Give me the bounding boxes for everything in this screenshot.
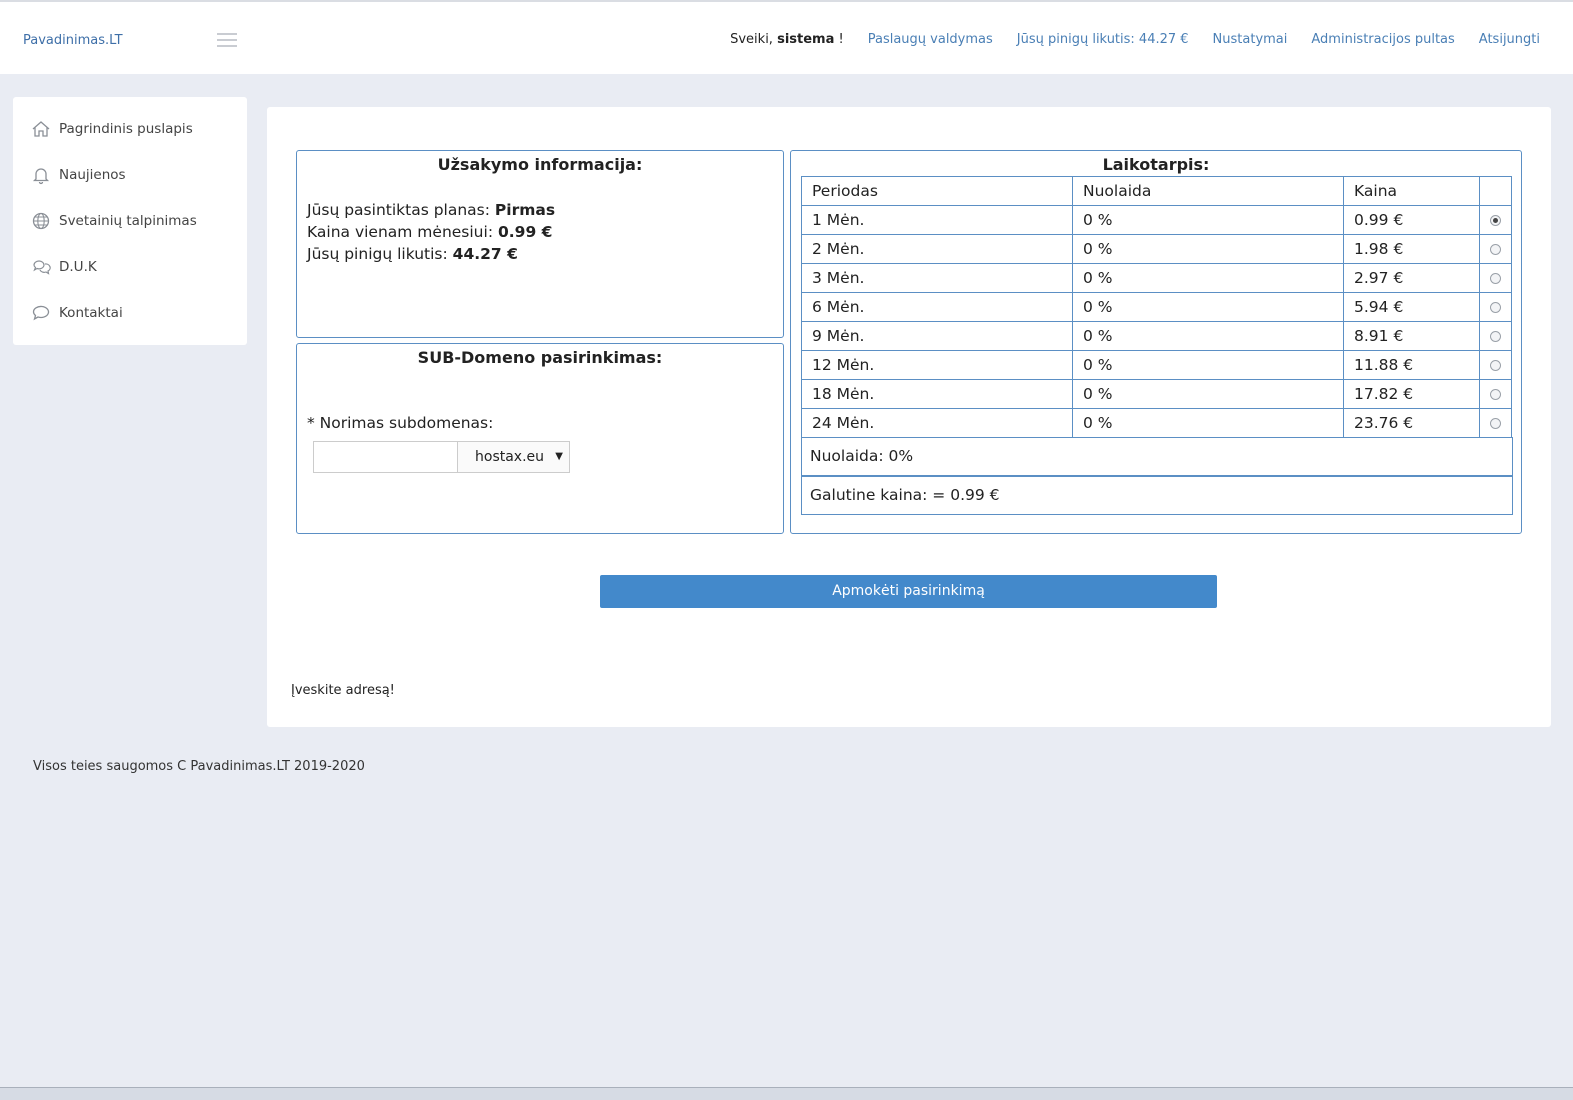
subdomain-box: SUB-Domeno pasirinkimas: * Norimas subdo… [296,343,784,534]
sidebar-item-label: Kontaktai [59,305,123,321]
chevron-down-icon: ▼ [555,451,563,462]
main-panel: Užsakymo informacija: Jūsų pasintiktas p… [267,107,1551,727]
order-info-title: Užsakymo informacija: [437,155,643,174]
nav-logout[interactable]: Atsijungti [1479,32,1540,47]
period-radio[interactable] [1490,301,1501,313]
col-header-select [1479,176,1512,206]
footer-copyright: Visos teies saugomos C Pavadinimas.LT 20… [33,759,365,774]
nav-balance[interactable]: Jūsų pinigų likutis: 44.27 € [1017,32,1189,47]
address-hint: Įveskite adresą! [291,683,395,698]
period-cell: 18 Mėn. [801,379,1073,409]
nav-service-management[interactable]: Paslaugų valdymas [868,32,993,47]
discount-cell: 0 % [1072,263,1344,293]
price-cell: 1.98 € [1343,234,1480,264]
plan-line: Jūsų pasintiktas planas: Pirmas [307,201,556,219]
order-info-box: Užsakymo informacija: Jūsų pasintiktas p… [296,150,784,338]
domain-select-value: hostax.eu [475,449,545,465]
sidebar-item-label: Pagrindinis puslapis [59,121,193,137]
greeting: Sveiki, sistema ! [730,32,844,47]
top-nav: Sveiki, sistema ! Paslaugų valdymas Jūsų… [730,32,1540,47]
top-bar: Pavadinimas.LT Sveiki, sistema ! Paslaug… [0,0,1573,74]
user-name: sistema [777,32,835,47]
discount-cell: 0 % [1072,321,1344,351]
price-cell: 2.97 € [1343,263,1480,293]
period-cell: 2 Mėn. [801,234,1073,264]
balance-value: 44.27 € [452,245,518,263]
sidebar-item-home[interactable]: Pagrindinis puslapis [31,119,193,139]
table-row[interactable]: 2 Mėn. 0 % 1.98 € [801,234,1512,264]
sidebar-item-hosting[interactable]: Svetainių talpinimas [31,211,197,231]
period-radio[interactable] [1490,388,1501,400]
period-radio[interactable] [1490,243,1501,255]
discount-cell: 0 % [1072,234,1344,264]
price-cell: 11.88 € [1343,350,1480,380]
chat-bubbles-icon [33,260,51,275]
sidebar-item-contacts[interactable]: Kontaktai [31,303,123,323]
table-header-row: Periodas Nuolaida Kaina [801,176,1512,206]
subdomain-input[interactable] [313,441,458,473]
price-line: Kaina vienam mėnesiui: 0.99 € [307,223,553,241]
home-icon [32,121,50,137]
sidebar-item-label: D.U.K [59,259,97,275]
period-cell: 24 Mėn. [801,408,1073,438]
subdomain-label: * Norimas subdomenas: [307,414,494,432]
nav-settings[interactable]: Nustatymai [1213,32,1288,47]
sidebar-item-faq[interactable]: D.U.K [31,257,97,277]
table-row[interactable]: 9 Mėn. 0 % 8.91 € [801,321,1512,351]
sidebar-item-label: Naujienos [59,167,126,183]
table-row[interactable]: 24 Mėn. 0 % 23.76 € [801,408,1512,438]
period-cell: 1 Mėn. [801,205,1073,235]
period-table: Periodas Nuolaida Kaina 1 Mėn. 0 % 0.99 € … [801,176,1512,438]
table-row[interactable]: 18 Mėn. 0 % 17.82 € [801,379,1512,409]
col-header-price: Kaina [1343,176,1480,206]
period-radio[interactable] [1490,417,1501,429]
discount-summary: Nuolaida: 0% [801,437,1513,476]
period-radio[interactable] [1490,330,1501,342]
col-header-period: Periodas [801,176,1073,206]
period-cell: 12 Mėn. [801,350,1073,380]
table-row[interactable]: 6 Mėn. 0 % 5.94 € [801,292,1512,322]
sidebar-item-news[interactable]: Naujienos [31,165,126,185]
table-row[interactable]: 12 Mėn. 0 % 11.88 € [801,350,1512,380]
price-value: 0.99 € [497,223,553,241]
price-cell: 23.76 € [1343,408,1480,438]
brand-link[interactable]: Pavadinimas.LT [23,33,123,48]
price-cell: 0.99 € [1343,205,1480,235]
period-title: Laikotarpis: [1102,155,1210,174]
bell-icon [32,168,50,185]
balance-line: Jūsų pinigų likutis: 44.27 € [307,245,518,263]
period-cell: 6 Mėn. [801,292,1073,322]
pay-button[interactable]: Apmokėti pasirinkimą [600,575,1217,608]
table-row[interactable]: 1 Mėn. 0 % 0.99 € [801,205,1512,235]
period-radio[interactable] [1490,359,1501,371]
price-cell: 17.82 € [1343,379,1480,409]
col-header-discount: Nuolaida [1072,176,1344,206]
discount-cell: 0 % [1072,379,1344,409]
table-row[interactable]: 3 Mėn. 0 % 2.97 € [801,263,1512,293]
period-radio[interactable] [1490,272,1501,284]
period-cell: 3 Mėn. [801,263,1073,293]
final-price: Galutine kaina: = 0.99 € [801,476,1513,515]
speech-bubble-icon [32,305,50,321]
price-cell: 5.94 € [1343,292,1480,322]
order-info-lines: Jūsų pasintiktas planas: Pirmas Kaina vi… [307,199,555,265]
plan-value: Pirmas [494,201,556,219]
discount-cell: 0 % [1072,408,1344,438]
sidebar-item-label: Svetainių talpinimas [59,213,197,229]
period-box: Laikotarpis: Periodas Nuolaida Kaina 1 M… [790,150,1522,534]
sidebar: Pagrindinis puslapis Naujienos Svetainių… [13,97,247,345]
discount-cell: 0 % [1072,205,1344,235]
taskbar [0,1087,1573,1100]
discount-cell: 0 % [1072,350,1344,380]
period-radio[interactable] [1490,214,1501,226]
period-cell: 9 Mėn. [801,321,1073,351]
subdomain-title: SUB-Domeno pasirinkimas: [417,348,663,367]
domain-select[interactable]: hostax.eu ▼ [457,441,570,473]
globe-icon [32,212,50,230]
nav-admin-panel[interactable]: Administracijos pultas [1311,32,1454,47]
discount-cell: 0 % [1072,292,1344,322]
hamburger-menu-icon[interactable] [217,33,237,47]
price-cell: 8.91 € [1343,321,1480,351]
